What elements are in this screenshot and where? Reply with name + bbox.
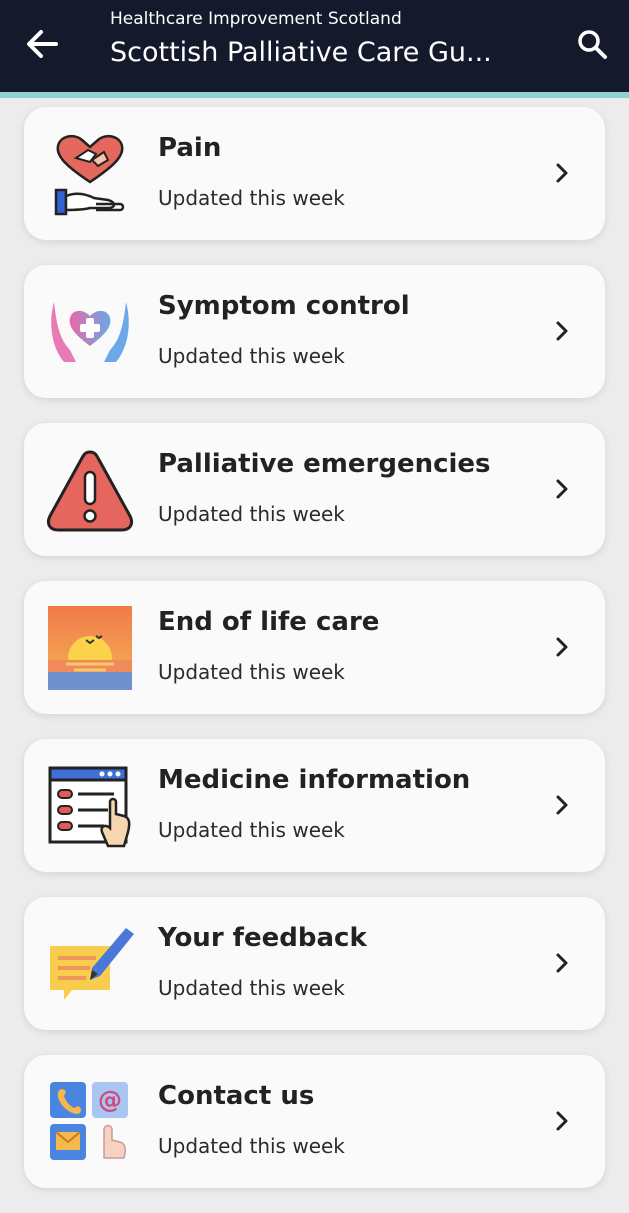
page-title: Scottish Palliative Care Gu... [110, 37, 492, 68]
header-subtitle: Healthcare Improvement Scotland [110, 9, 402, 29]
warning-icon [46, 450, 134, 532]
feedback-icon [50, 928, 134, 1000]
search-button[interactable] [570, 22, 614, 66]
chevron-right-icon [556, 321, 568, 341]
list-item-status: Updated this week [158, 186, 345, 210]
list-item-label: End of life care [158, 607, 380, 637]
list-item-status: Updated this week [158, 976, 345, 1000]
header-accent-line [0, 92, 629, 98]
svg-text:@: @ [98, 1086, 122, 1114]
list-item-symptom-control[interactable]: Symptom control Updated this week [24, 265, 605, 398]
search-icon [578, 30, 607, 59]
chevron-right-icon [556, 953, 568, 973]
list-item-status: Updated this week [158, 1134, 345, 1158]
list-item-palliative-emergencies[interactable]: Palliative emergencies Updated this week [24, 423, 605, 556]
care-hands-icon [51, 302, 129, 362]
list-item-medicine-information[interactable]: Medicine information Updated this week [24, 739, 605, 872]
sunset-icon [48, 606, 132, 690]
list-item-label: Contact us [158, 1081, 315, 1111]
list-item-your-feedback[interactable]: Your feedback Updated this week [24, 897, 605, 1030]
list-item-pain[interactable]: Pain Updated this week [24, 107, 605, 240]
list-item-contact-us[interactable]: @ Contact us Updated this week [24, 1055, 605, 1188]
arrow-left-icon [27, 30, 58, 58]
chevron-right-icon [556, 479, 568, 499]
header-titles: Healthcare Improvement Scotland Scottish… [110, 8, 550, 70]
chevron-right-icon [556, 795, 568, 815]
list-item-label: Pain [158, 133, 222, 163]
list-item-status: Updated this week [158, 502, 345, 526]
list-item-status: Updated this week [158, 344, 345, 368]
chevron-right-icon [556, 1111, 568, 1131]
list-item-label: Your feedback [158, 923, 367, 953]
chevron-right-icon [556, 163, 568, 183]
list-item-end-of-life-care[interactable]: End of life care Updated this week [24, 581, 605, 714]
app-bar: Healthcare Improvement Scotland Scottish… [0, 0, 629, 92]
checklist-icon [48, 766, 131, 848]
list-item-status: Updated this week [158, 660, 345, 684]
chevron-right-icon [556, 637, 568, 657]
back-button[interactable] [20, 22, 64, 66]
list-item-label: Palliative emergencies [158, 449, 491, 479]
heart-hands-icon [54, 134, 125, 216]
topic-list: Pain Updated this week Symptom control U… [24, 107, 605, 1213]
contact-icon: @ [50, 1082, 128, 1160]
list-item-label: Medicine information [158, 765, 471, 795]
list-item-status: Updated this week [158, 818, 345, 842]
list-item-label: Symptom control [158, 291, 410, 321]
